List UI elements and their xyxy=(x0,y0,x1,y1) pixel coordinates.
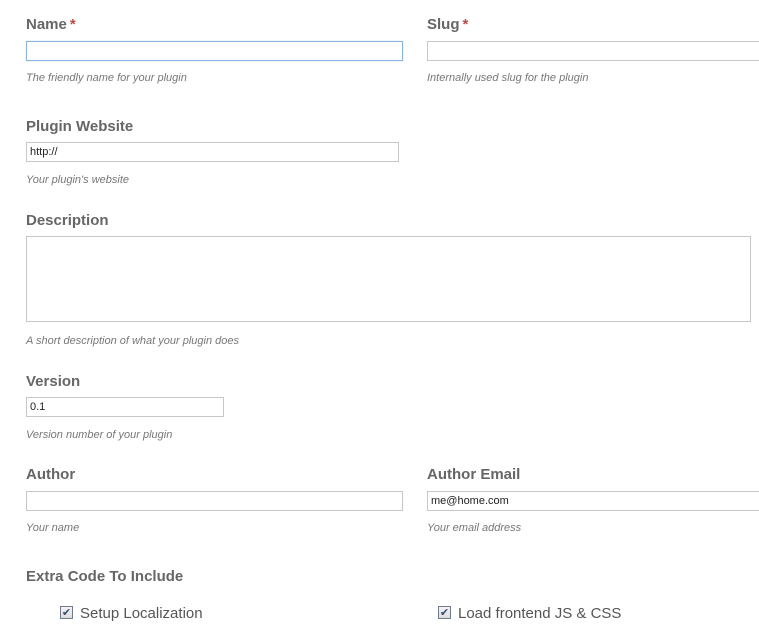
author-email-hint: Your email address xyxy=(427,522,522,534)
version-input[interactable] xyxy=(26,397,224,417)
name-input[interactable] xyxy=(26,41,403,61)
load-frontend-checkbox[interactable]: ✔ xyxy=(438,606,451,619)
author-email-label: Author Email xyxy=(427,466,521,483)
load-frontend-label[interactable]: Load frontend JS & CSS xyxy=(458,605,621,623)
setup-localization-checkbox[interactable]: ✔ xyxy=(60,606,73,619)
name-hint: The friendly name for your plugin xyxy=(26,72,187,84)
author-input[interactable] xyxy=(26,491,403,511)
description-label: Description xyxy=(26,212,109,229)
slug-label-text: Slug xyxy=(427,16,460,33)
website-input[interactable] xyxy=(26,142,399,162)
name-required-mark: * xyxy=(69,16,76,33)
website-label: Plugin Website xyxy=(26,118,134,135)
name-label: Name * xyxy=(26,16,76,34)
slug-hint: Internally used slug for the plugin xyxy=(427,72,589,84)
extra-code-label: Extra Code To Include xyxy=(26,568,184,585)
slug-required-mark: * xyxy=(462,16,469,33)
description-textarea[interactable] xyxy=(26,236,751,322)
author-hint: Your name xyxy=(26,522,80,534)
version-hint: Version number of your plugin xyxy=(26,429,173,441)
checkbox-check-icon: ✔ xyxy=(439,606,450,619)
setup-localization-label[interactable]: Setup Localization xyxy=(80,605,203,623)
checkbox-check-icon: ✔ xyxy=(61,606,72,619)
name-label-text: Name xyxy=(26,16,67,33)
website-hint: Your plugin's website xyxy=(26,174,129,186)
slug-label: Slug * xyxy=(427,16,468,34)
description-hint: A short description of what your plugin … xyxy=(26,335,239,347)
author-label: Author xyxy=(26,466,76,483)
author-email-input[interactable] xyxy=(427,491,759,511)
slug-input[interactable] xyxy=(427,41,759,61)
version-label: Version xyxy=(26,373,81,390)
